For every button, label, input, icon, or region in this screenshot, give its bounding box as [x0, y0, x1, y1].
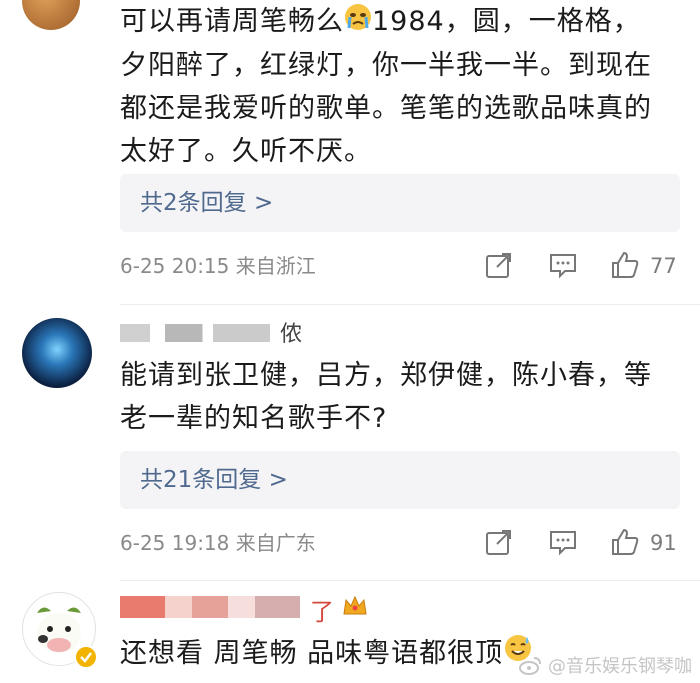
crying-emoji-icon — [344, 1, 372, 44]
share-icon[interactable] — [484, 527, 516, 559]
replies-box[interactable]: 共2条回复 > — [120, 174, 680, 232]
weibo-logo-icon — [518, 655, 542, 680]
like-count: 77 — [650, 254, 677, 278]
comment-meta-row: 6-25 19:18 来自广东 91 — [120, 525, 690, 561]
divider — [120, 304, 700, 305]
timestamp-location: 6-25 19:18 来自广东 — [120, 531, 316, 555]
comment-icon[interactable] — [548, 527, 580, 559]
like-icon[interactable] — [610, 250, 642, 282]
comment-text: 可以再请周笔畅么 1984，圆，一格格， 夕阳醉了，红绿灯，你一半我一半。到现在 … — [120, 0, 680, 173]
avatar[interactable] — [22, 0, 80, 30]
username-visible: 侬 — [280, 322, 303, 347]
username-redacted — [120, 324, 270, 342]
crown-icon — [342, 594, 368, 624]
verified-badge-icon — [74, 645, 98, 669]
comment-meta-row: 6-25 20:15 来自浙江 77 — [120, 248, 690, 284]
timestamp-location: 6-25 20:15 来自浙江 — [120, 254, 316, 278]
replies-link[interactable]: 共21条回复 > — [140, 464, 288, 496]
replies-link[interactable]: 共2条回复 > — [140, 187, 273, 219]
comment-text: 能请到张卫健，吕方，郑伊健，陈小春，等 老一辈的知名歌手不? — [120, 360, 652, 434]
share-icon[interactable] — [484, 250, 516, 282]
divider — [120, 580, 700, 581]
watermark-text: @音乐娱乐钢琴咖 — [548, 656, 692, 677]
comment-text: 还想看 周笔畅 品味粤语都很顶 — [120, 632, 540, 676]
username-visible: 了 — [310, 598, 334, 626]
watermark: @音乐娱乐钢琴咖 — [518, 652, 692, 680]
avatar[interactable] — [22, 318, 92, 388]
like-icon[interactable] — [610, 527, 642, 559]
like-count: 91 — [650, 531, 677, 555]
username[interactable]: 了 — [120, 592, 380, 626]
replies-box[interactable]: 共21条回复 > — [120, 451, 680, 509]
comment-icon[interactable] — [548, 250, 580, 282]
username[interactable]: 侬 — [120, 316, 310, 347]
username-redacted — [120, 596, 300, 618]
